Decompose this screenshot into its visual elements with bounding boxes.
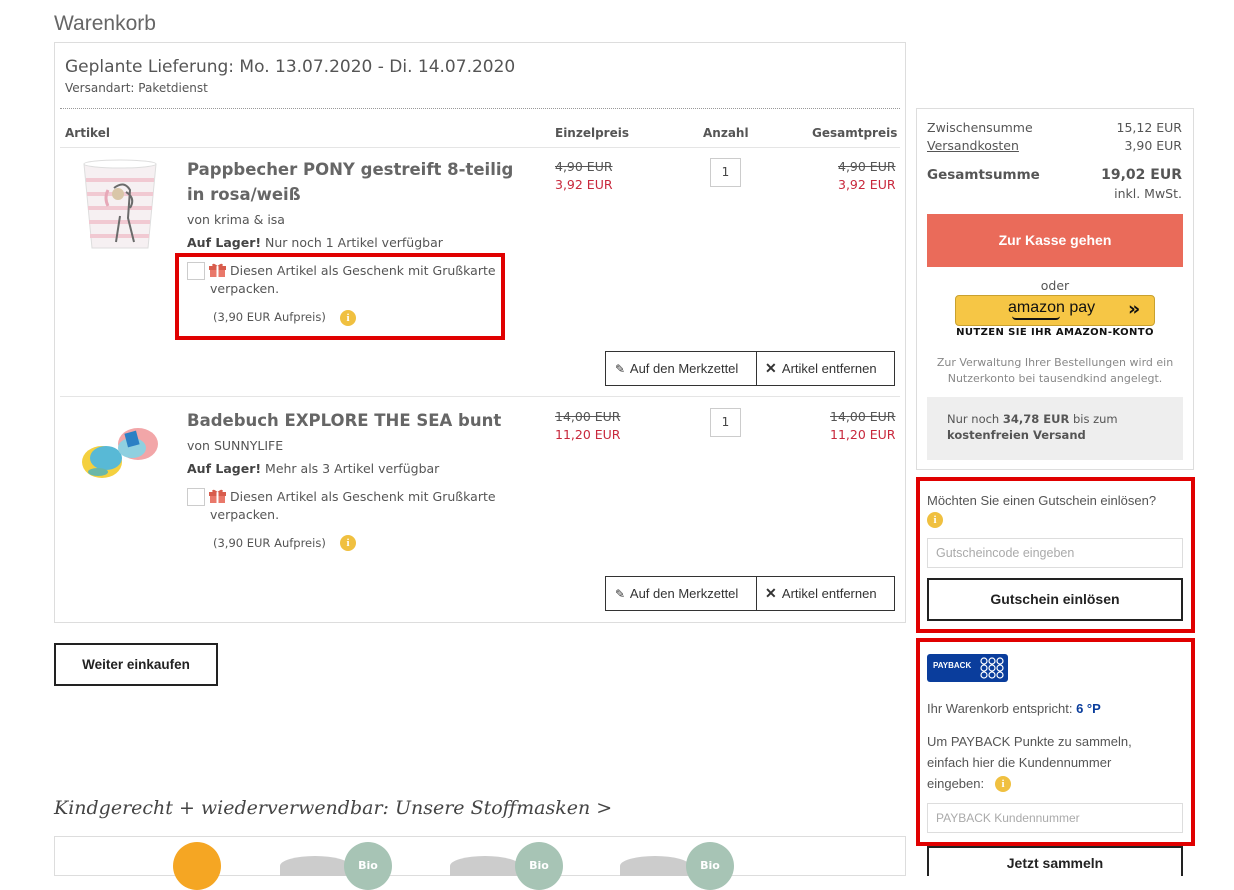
wishlist-button[interactable]: ✎ Auf den Merkzettel [605, 576, 757, 611]
product-image-cup[interactable] [78, 158, 162, 254]
gift-checkbox[interactable] [187, 488, 205, 506]
amazon-pay-button[interactable]: amazon pay » [955, 295, 1155, 326]
column-total-price: Gesamtpreis [812, 126, 898, 140]
column-article: Artikel [65, 126, 110, 140]
quantity-input[interactable]: 1 [710, 408, 741, 437]
page-title: Warenkorb [54, 12, 156, 35]
payback-logo: PAYBACK [927, 654, 1008, 682]
mask-product-image[interactable] [450, 856, 520, 876]
divider [60, 147, 900, 148]
unit-old-price: 4,90 EUR [555, 159, 613, 174]
info-icon[interactable]: i [340, 310, 356, 326]
amazon-smile-icon [1012, 316, 1060, 320]
remove-button[interactable]: ✕ Artikel entfernen [756, 576, 895, 611]
sun-badge-icon [173, 842, 221, 890]
bio-badge-icon: Bio [686, 842, 734, 890]
amazon-pay-logo: amazon pay [1008, 299, 1096, 316]
product-title[interactable]: Badebuch EXPLORE THE SEA bunt [187, 408, 532, 433]
total-label: Gesamtsumme [927, 167, 1040, 183]
stock-status: Auf Lager! Nur noch 1 Artikel verfügbar [187, 235, 443, 250]
free-shipping-notice: Nur noch 34,78 EUR bis zum kostenfreien … [927, 397, 1183, 460]
redeem-voucher-button[interactable]: Gutschein einlösen [927, 578, 1183, 621]
gift-label: Diesen Artikel als Geschenk mit Grußkart… [210, 489, 496, 522]
or-label: oder [1040, 278, 1070, 293]
divider [60, 108, 900, 109]
total-old-price: 4,90 EUR [838, 159, 896, 174]
subtotal-label: Zwischensumme [927, 120, 1033, 135]
column-quantity: Anzahl [703, 126, 749, 140]
shipping-costs-link[interactable]: Versandkosten [927, 138, 1019, 153]
pencil-icon: ✎ [615, 362, 626, 376]
payback-number-input[interactable]: PAYBACK Kundennummer [927, 803, 1183, 833]
shipping-method: Versandart: Paketdienst [65, 81, 208, 95]
gift-surcharge: (3,90 EUR Aufpreis) [213, 536, 326, 550]
subtotal-value: 15,12 EUR [1116, 120, 1183, 135]
total-new-price: 11,20 EUR [830, 427, 896, 442]
voucher-question: Möchten Sie einen Gutschein einlösen? [927, 493, 1157, 508]
payback-instructions: Um PAYBACK Punkte zu sammeln, einfach hi… [927, 734, 1132, 791]
gift-checkbox[interactable] [187, 262, 205, 280]
info-icon[interactable]: i [927, 512, 943, 528]
account-note: Zur Verwaltung Ihrer Bestellungen wird e… [936, 356, 1174, 385]
unit-new-price: 11,20 EUR [555, 427, 621, 442]
total-value: 19,02 EUR [1101, 167, 1182, 183]
total-old-price: 14,00 EUR [830, 409, 896, 424]
amazon-pay-subtitle: NUTZEN SIE IHR AMAZON-KONTO [956, 327, 1154, 338]
remove-button[interactable]: ✕ Artikel entfernen [756, 351, 895, 386]
masks-section-title[interactable]: Kindgerecht + wiederverwendbar: Unsere S… [54, 797, 612, 819]
product-title[interactable]: Pappbecher PONY gestreift 8-teilig in ro… [187, 157, 532, 207]
bio-badge-icon: Bio [515, 842, 563, 890]
unit-old-price: 14,00 EUR [555, 409, 621, 424]
quantity-input[interactable]: 1 [710, 158, 741, 187]
continue-shopping-button[interactable]: Weiter einkaufen [54, 643, 218, 686]
bio-badge-icon: Bio [344, 842, 392, 890]
unit-new-price: 3,92 EUR [555, 177, 613, 192]
product-vendor[interactable]: von krima & isa [187, 212, 285, 227]
vat-note: inkl. MwSt. [1114, 186, 1182, 201]
delivery-date: Geplante Lieferung: Mo. 13.07.2020 - Di.… [65, 57, 516, 77]
mask-product-image[interactable] [280, 856, 350, 876]
shipping-value: 3,90 EUR [1124, 138, 1182, 153]
checkout-button[interactable]: Zur Kasse gehen [927, 214, 1183, 267]
column-unit-price: Einzelpreis [555, 126, 629, 140]
divider [60, 396, 900, 397]
gift-label: Diesen Artikel als Geschenk mit Grußkart… [210, 263, 496, 296]
product-image-book[interactable] [80, 420, 160, 482]
voucher-input[interactable]: Gutscheincode eingeben [927, 538, 1183, 568]
wishlist-button[interactable]: ✎ Auf den Merkzettel [605, 351, 757, 386]
total-new-price: 3,92 EUR [838, 177, 896, 192]
info-icon[interactable]: i [340, 535, 356, 551]
gift-surcharge: (3,90 EUR Aufpreis) [213, 310, 326, 324]
product-vendor[interactable]: von SUNNYLIFE [187, 438, 283, 453]
close-icon: ✕ [765, 585, 777, 601]
info-icon[interactable]: i [995, 776, 1011, 792]
mask-product-image[interactable] [620, 856, 690, 876]
stock-status: Auf Lager! Mehr als 3 Artikel verfügbar [187, 461, 440, 476]
pencil-icon: ✎ [615, 587, 626, 601]
payback-collect-button[interactable]: Jetzt sammeln [927, 846, 1183, 876]
chevron-right-icon: » [1128, 298, 1141, 320]
payback-points: Ihr Warenkorb entspricht: 6 °P [927, 701, 1101, 716]
close-icon: ✕ [765, 360, 777, 376]
